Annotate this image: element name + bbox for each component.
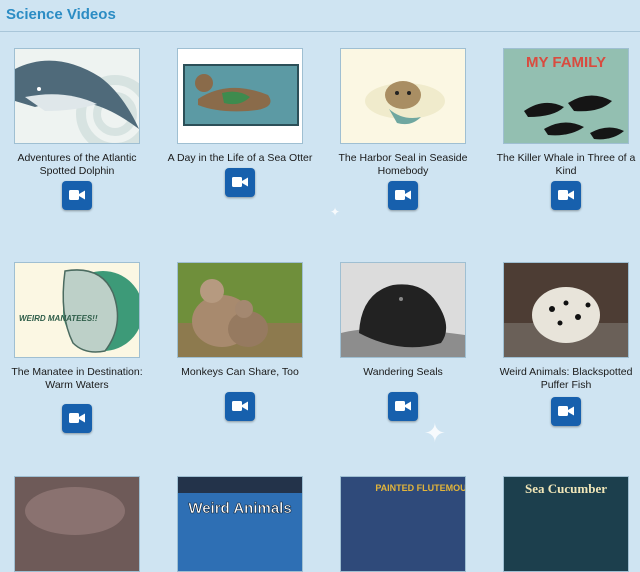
video-title[interactable]: Monkeys Can Share, Too	[160, 366, 320, 392]
thumbnail-text: MY FAMILY	[526, 54, 606, 71]
video-title[interactable]: Adventures of the Atlantic Spotted Dolph…	[0, 152, 157, 178]
video-camera-icon	[232, 401, 248, 411]
video-thumbnail-weird-animals[interactable]: Weird Animals	[177, 476, 303, 572]
video-thumbnail-sea-cucumber[interactable]: Sea Cucumber	[503, 476, 629, 572]
video-camera-icon	[395, 190, 411, 200]
video-grid: Adventures of the Atlantic Spotted Dolph…	[0, 0, 640, 572]
video-card[interactable]: Weird Animals	[160, 476, 320, 572]
video-title[interactable]: The Manatee in Destination: Warm Waters	[0, 366, 157, 392]
play-video-button[interactable]	[388, 392, 418, 421]
video-card[interactable]	[0, 476, 157, 572]
video-card[interactable]: MY FAMILY The Killer Whale in Three of a…	[486, 48, 640, 215]
play-video-button[interactable]	[225, 392, 255, 421]
video-card[interactable]: A Day in the Life of a Sea Otter	[160, 48, 320, 202]
thumbnail-text: Sea Cucumber	[525, 481, 607, 496]
video-card[interactable]: Monkeys Can Share, Too	[160, 262, 320, 426]
video-card[interactable]: Adventures of the Atlantic Spotted Dolph…	[0, 48, 157, 215]
video-card[interactable]: The Harbor Seal in Seaside Homebody	[323, 48, 483, 215]
video-card[interactable]: Wandering Seals	[323, 262, 483, 426]
video-thumbnail-flutemouth[interactable]: PAINTED FLUTEMOUTH	[340, 476, 466, 572]
video-thumbnail-black-seal[interactable]	[340, 262, 466, 358]
video-title[interactable]: Weird Animals: Blackspotted Puffer Fish	[486, 366, 640, 392]
video-card[interactable]: Weird Animals: Blackspotted Puffer Fish	[486, 262, 640, 431]
video-thumbnail-dolphin[interactable]	[14, 48, 140, 144]
video-thumbnail-coral[interactable]	[14, 476, 140, 572]
video-camera-icon	[69, 190, 85, 200]
play-video-button[interactable]	[62, 404, 92, 433]
video-thumbnail-otter[interactable]	[177, 48, 303, 144]
play-video-button[interactable]	[62, 181, 92, 210]
thumbnail-text: PAINTED FLUTEMOUTH	[375, 483, 465, 493]
video-camera-icon	[232, 177, 248, 187]
video-thumbnail-puffer[interactable]	[503, 262, 629, 358]
video-camera-icon	[558, 406, 574, 416]
video-thumbnail-manatee[interactable]: WEIRD MANATEES!!	[14, 262, 140, 358]
play-video-button[interactable]	[551, 181, 581, 210]
video-title[interactable]: Wandering Seals	[323, 366, 483, 392]
video-card[interactable]: WEIRD MANATEES!! The Manatee in Destinat…	[0, 262, 157, 438]
play-video-button[interactable]	[388, 181, 418, 210]
video-camera-icon	[69, 413, 85, 423]
video-camera-icon	[395, 401, 411, 411]
thumbnail-text: Weird Animals	[188, 500, 291, 517]
video-camera-icon	[558, 190, 574, 200]
video-card[interactable]: Sea Cucumber	[486, 476, 640, 572]
video-card[interactable]: PAINTED FLUTEMOUTH	[323, 476, 483, 572]
thumbnail-text: WEIRD MANATEES!!	[19, 314, 98, 323]
video-thumbnail-orca[interactable]: MY FAMILY	[503, 48, 629, 144]
video-thumbnail-monkeys[interactable]	[177, 262, 303, 358]
video-title[interactable]: The Killer Whale in Three of a Kind	[486, 152, 640, 178]
play-video-button[interactable]	[551, 397, 581, 426]
play-video-button[interactable]	[225, 168, 255, 197]
video-title[interactable]: The Harbor Seal in Seaside Homebody	[323, 152, 483, 178]
video-thumbnail-seal[interactable]	[340, 48, 466, 144]
